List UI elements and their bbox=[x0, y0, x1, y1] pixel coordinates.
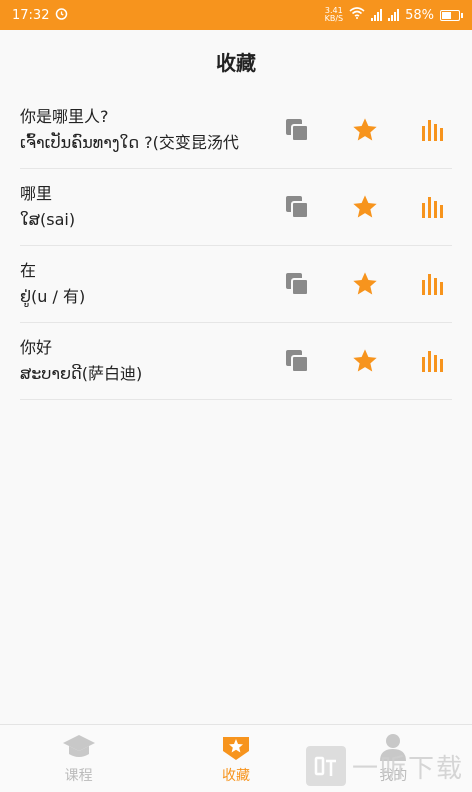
wifi-icon bbox=[349, 7, 365, 23]
chinese-text: 你是哪里人? bbox=[20, 107, 109, 126]
favorite-button[interactable] bbox=[350, 192, 380, 222]
favorite-button[interactable] bbox=[350, 115, 380, 145]
copy-button[interactable] bbox=[282, 115, 312, 145]
favorite-button[interactable] bbox=[350, 269, 380, 299]
bottom-nav: 课程 收藏 我的 bbox=[0, 724, 472, 792]
chinese-text: 在 bbox=[20, 261, 37, 280]
audio-bars-icon bbox=[422, 197, 443, 218]
audio-button[interactable] bbox=[418, 192, 448, 222]
list-item-text: 哪里 ໃສ(sai) bbox=[20, 181, 282, 233]
star-icon bbox=[353, 118, 377, 141]
status-bar: 17:32 3.41 KB/S 58% bbox=[0, 0, 472, 30]
net-speed: 3.41 KB/S bbox=[324, 6, 344, 23]
page-title: 收藏 bbox=[216, 50, 256, 75]
list-item[interactable]: 你好 ສະບາຍດີ(萨白迪) bbox=[20, 323, 452, 400]
lao-text: ຢູ່(u / 有) bbox=[20, 287, 86, 306]
list-item[interactable]: 在 ຢູ່(u / 有) bbox=[20, 246, 452, 323]
nav-item-label: 收藏 bbox=[221, 767, 250, 784]
nav-item-label: 课程 bbox=[64, 767, 93, 784]
audio-button[interactable] bbox=[418, 115, 448, 145]
favorite-button[interactable] bbox=[350, 346, 380, 376]
copy-button[interactable] bbox=[282, 192, 312, 222]
audio-bars-icon bbox=[422, 120, 443, 141]
star-icon bbox=[353, 272, 377, 295]
status-time: 17:32 bbox=[12, 7, 50, 23]
audio-bars-icon bbox=[422, 274, 443, 295]
copy-icon bbox=[286, 350, 309, 373]
lao-text: ໃສ(sai) bbox=[20, 210, 76, 229]
row-actions bbox=[282, 192, 452, 222]
audio-button[interactable] bbox=[418, 269, 448, 299]
row-actions bbox=[282, 269, 452, 299]
copy-icon bbox=[286, 119, 309, 142]
battery-percent: 58% bbox=[405, 7, 434, 23]
favorites-list: 你是哪里人? ເຈົ້າເປັນຄົນທາງໃດ ?(交变昆汤代 哪里 ໃສ(s… bbox=[0, 92, 472, 400]
person-icon bbox=[380, 733, 407, 761]
alarm-icon bbox=[55, 7, 68, 24]
battery-icon bbox=[440, 9, 463, 21]
list-item-text: 在 ຢູ່(u / 有) bbox=[20, 258, 282, 310]
copy-icon bbox=[286, 273, 309, 296]
star-icon bbox=[353, 195, 377, 218]
list-item-text: 你好 ສະບາຍດີ(萨白迪) bbox=[20, 335, 282, 387]
audio-bars-icon bbox=[422, 351, 443, 372]
nav-item-favorites[interactable]: 收藏 bbox=[176, 733, 296, 785]
nav-item-profile[interactable]: 我的 bbox=[333, 733, 453, 785]
audio-button[interactable] bbox=[418, 346, 448, 376]
chinese-text: 你好 bbox=[20, 338, 53, 357]
signal-icon bbox=[371, 9, 383, 21]
chinese-text: 哪里 bbox=[20, 184, 53, 203]
star-badge-icon bbox=[222, 736, 249, 760]
row-actions bbox=[282, 346, 452, 376]
copy-icon bbox=[286, 196, 309, 219]
copy-button[interactable] bbox=[282, 346, 312, 376]
list-item-text: 你是哪里人? ເຈົ້າເປັນຄົນທາງໃດ ?(交变昆汤代 bbox=[20, 104, 282, 156]
list-item[interactable]: 哪里 ໃສ(sai) bbox=[20, 169, 452, 246]
star-icon bbox=[353, 349, 377, 372]
graduation-cap-icon bbox=[62, 734, 95, 757]
lao-text: ເຈົ້າເປັນຄົນທາງໃດ ?(交变昆汤代 bbox=[20, 133, 239, 152]
lao-text: ສະບາຍດີ(萨白迪) bbox=[20, 364, 143, 383]
nav-item-courses[interactable]: 课程 bbox=[19, 733, 139, 785]
row-actions bbox=[282, 115, 452, 145]
copy-button[interactable] bbox=[282, 269, 312, 299]
list-item[interactable]: 你是哪里人? ເຈົ້າເປັນຄົນທາງໃດ ?(交变昆汤代 bbox=[20, 92, 452, 169]
nav-item-label: 我的 bbox=[379, 767, 408, 784]
signal-icon bbox=[388, 9, 400, 21]
